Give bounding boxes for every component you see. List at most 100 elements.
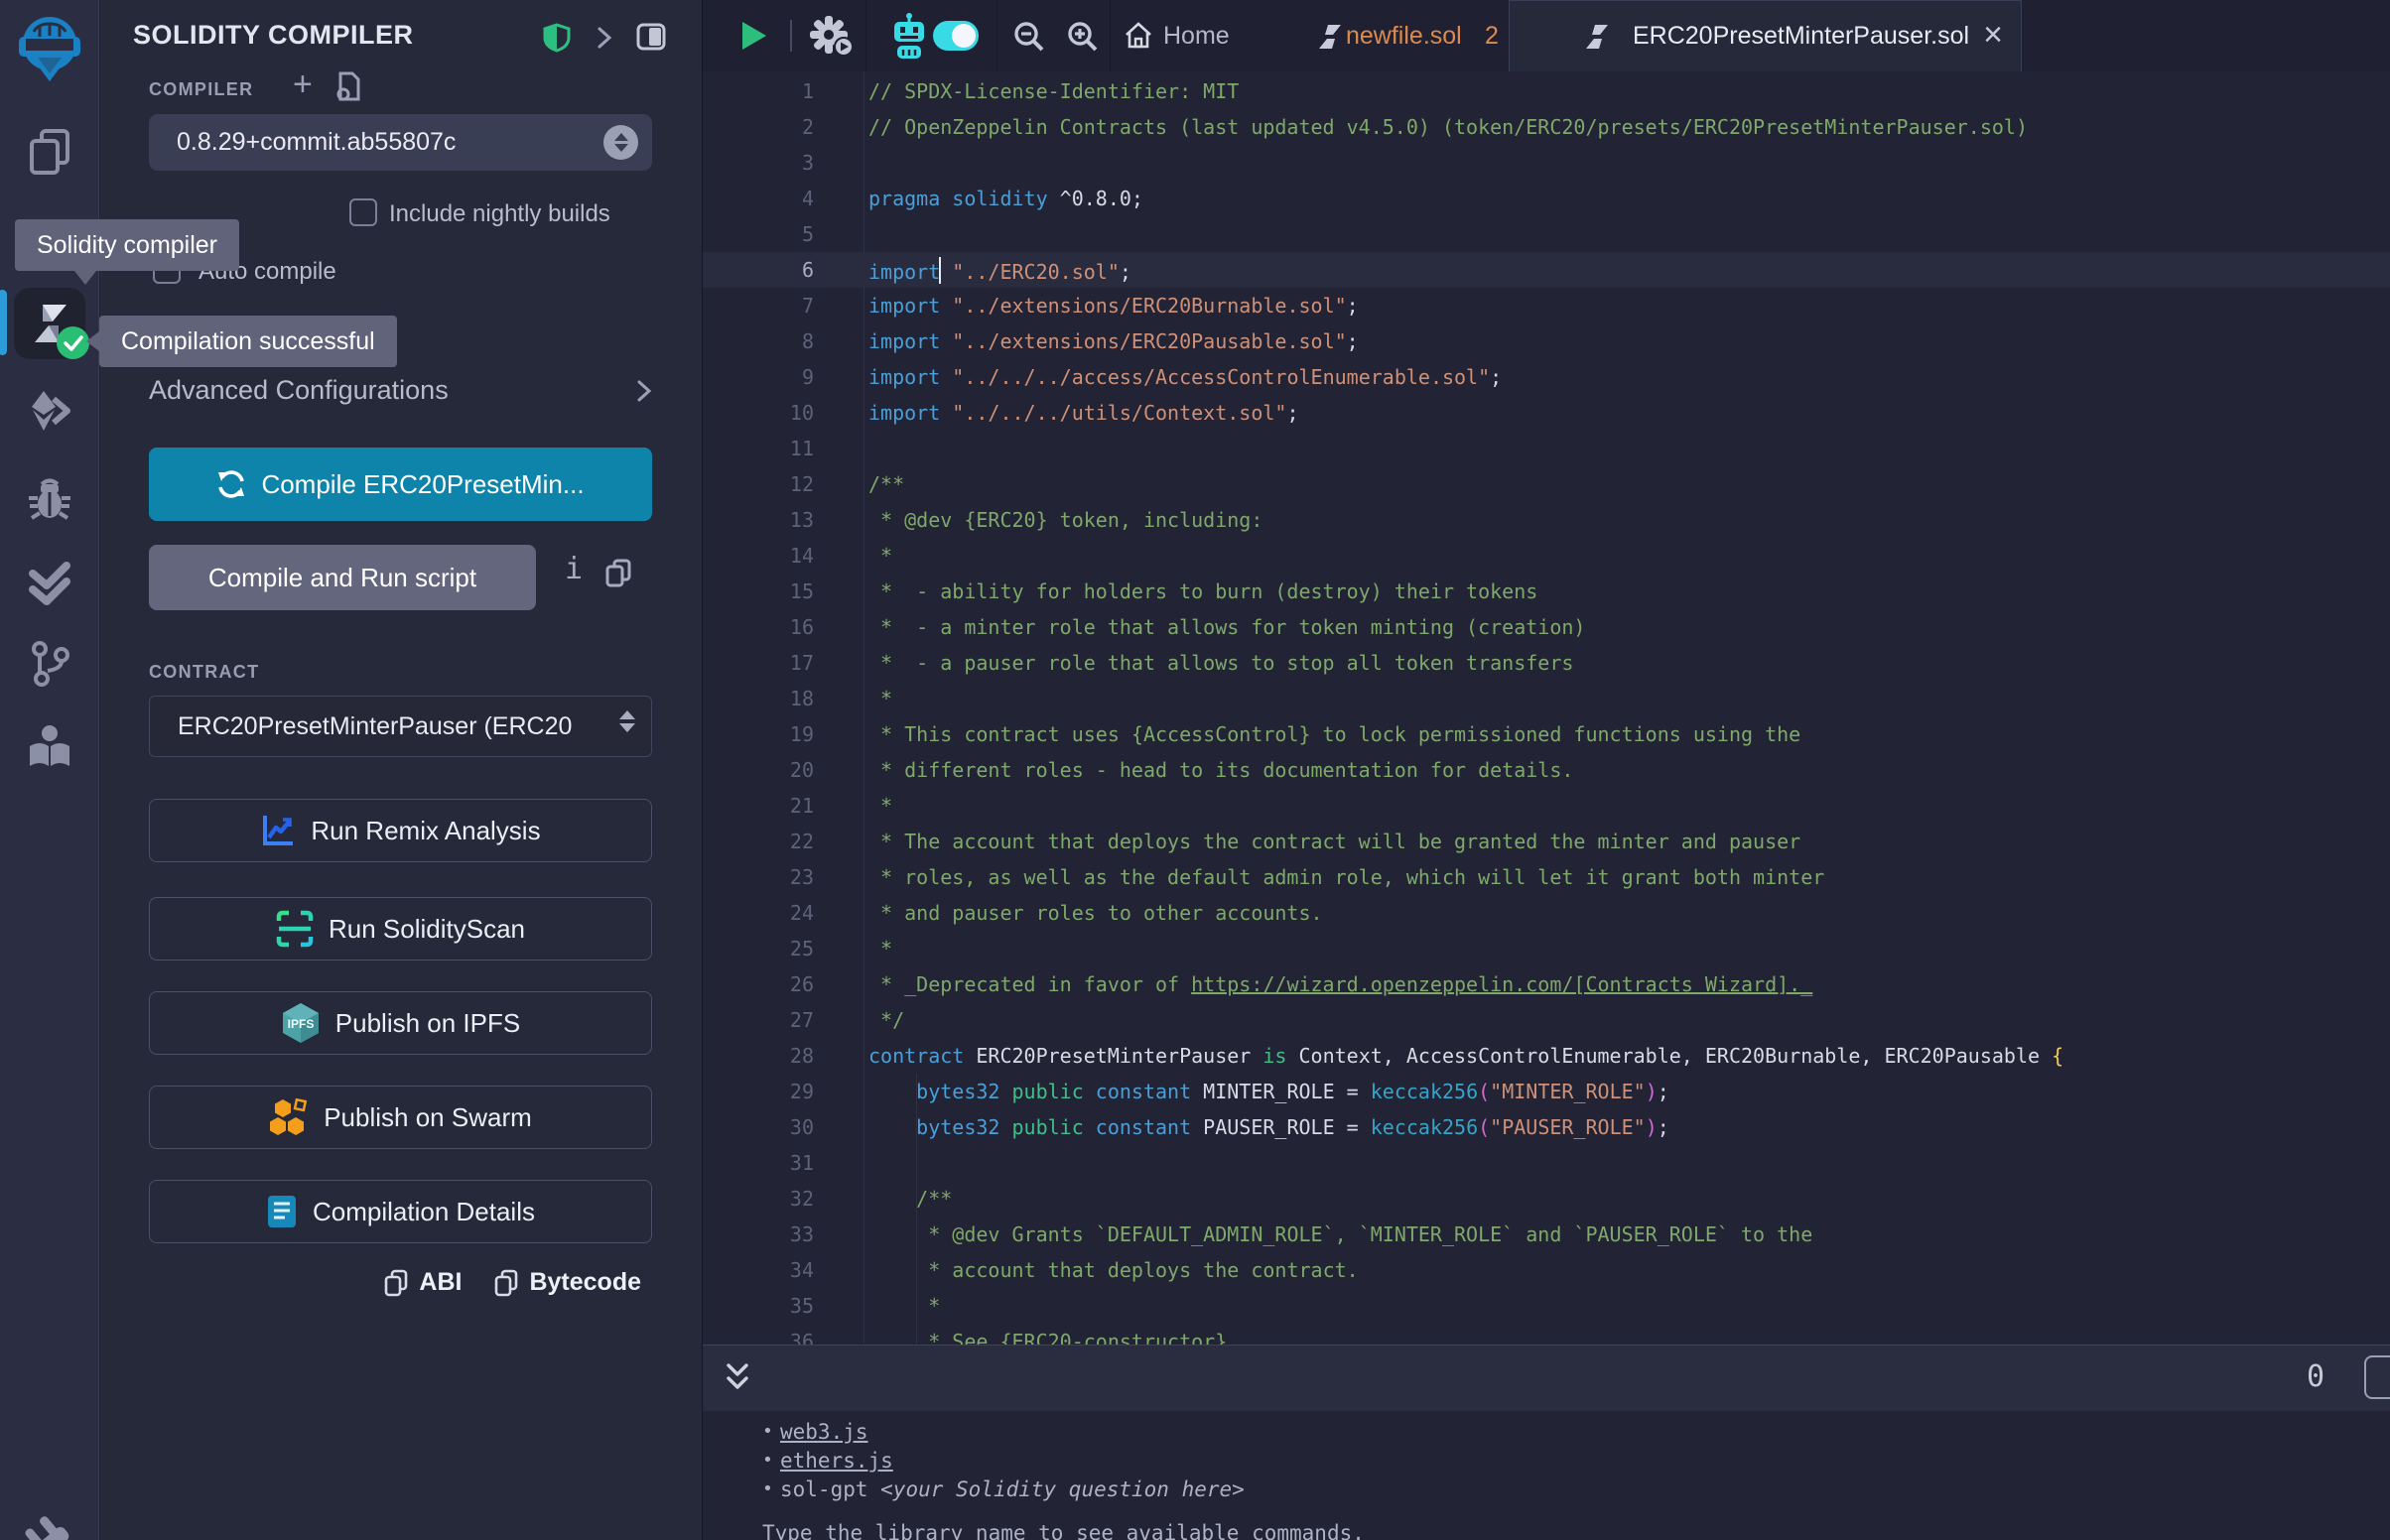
tab-erc20presetminterpauser[interactable]: ERC20PresetMinterPauser.sol × [1509,0,2022,71]
copy-icon [493,1269,519,1297]
file-explorer-icon[interactable] [0,127,99,179]
contract-select[interactable]: ERC20PresetMinterPauser (ERC20 [149,696,652,757]
nightly-builds-label: Include nightly builds [389,200,610,228]
line-number: 30 [703,1115,814,1139]
compilation-details-label: Compilation Details [313,1197,535,1227]
line-number: 18 [703,687,814,710]
add-compiler-icon[interactable]: + [293,65,313,104]
code-line: 21 * [703,788,2390,824]
line-number: 33 [703,1222,814,1246]
unit-testing-icon[interactable] [0,562,99,607]
code-line: 24 * and pauser roles to other accounts. [703,895,2390,931]
bullet: • [762,1421,780,1442]
terminal-scroll-button[interactable] [2364,1355,2390,1399]
run-script-play-button[interactable] [742,22,766,50]
terminal-link-web3.js[interactable]: web3.js [780,1420,868,1444]
zoom-out-icon[interactable] [1012,20,1046,59]
line-number: 20 [703,758,814,782]
terminal-link-ethers.js[interactable]: ethers.js [780,1449,893,1473]
home-icon[interactable] [1124,21,1153,56]
terminal-content[interactable]: •web3.js•ethers.js•sol-gpt <your Solidit… [703,1411,2390,1540]
chevron-right-icon [637,379,652,403]
line-number: 22 [703,830,814,853]
line-number: 16 [703,615,814,639]
script-config-gear-icon[interactable] [808,15,854,64]
compilation-details-button[interactable]: Compilation Details [149,1180,652,1243]
plugin-manager-icon[interactable] [0,1512,99,1540]
publish-on-ipfs-label: Publish on IPFS [335,1008,520,1039]
publish-on-ipfs-button[interactable]: IPFS Publish on IPFS [149,991,652,1055]
close-tab-icon[interactable]: × [1983,15,2003,55]
code-line: 29 bytes32 public constant MINTER_ROLE =… [703,1074,2390,1109]
code-line: 15 * - ability for holders to burn (dest… [703,574,2390,609]
compile-and-run-button[interactable]: Compile and Run script [149,545,536,610]
line-number: 25 [703,937,814,961]
line-number: 17 [703,651,814,675]
publish-on-swarm-button[interactable]: Publish on Swarm [149,1086,652,1149]
pin-panel-icon[interactable] [636,23,666,56]
compile-button[interactable]: Compile ERC20PresetMin... [149,448,652,521]
line-number: 23 [703,865,814,889]
tooltip-compilation-successful: Compilation successful [99,316,397,367]
code-editor[interactable]: 1// SPDX-License-Identifier: MIT2// Open… [703,71,2390,1345]
swarm-icon [269,1097,309,1137]
git-icon[interactable] [0,641,99,687]
tab-newfile[interactable]: newfile.sol [1346,0,1462,71]
terminal-entries: •web3.js•ethers.js•sol-gpt <your Solidit… [762,1417,2390,1503]
ai-copilot-toggle[interactable] [933,21,979,51]
copy-bytecode-button[interactable]: Bytecode [493,1268,641,1297]
ai-robot-icon[interactable] [889,13,929,65]
nightly-builds-checkbox[interactable] [349,198,377,226]
line-number: 35 [703,1294,814,1318]
debugger-icon[interactable] [0,476,99,520]
select-spinner-icon [619,710,635,732]
separator [790,20,792,52]
terminal-hint: Type the library name to see available c… [762,1521,2390,1540]
code-line: 28contract ERC20PresetMinterPauser is Co… [703,1038,2390,1074]
advanced-configurations-toggle[interactable]: Advanced Configurations [149,375,652,406]
solidity-file-icon [1318,24,1342,55]
line-number: 28 [703,1044,814,1068]
separator [996,0,997,71]
tooltip-solidity-compiler: Solidity compiler [15,219,239,271]
tab-home[interactable]: Home [1163,0,1230,71]
separator [1110,0,1111,71]
line-number: 19 [703,722,814,746]
run-solidityscan-button[interactable]: Run SolidityScan [149,897,652,961]
zoom-in-icon[interactable] [1066,20,1100,59]
line-number: 36 [703,1330,814,1345]
compiler-version-select[interactable]: 0.8.29+commit.ab55807c [149,114,652,171]
copy-script-icon[interactable] [604,558,632,592]
deploy-run-icon[interactable] [0,389,99,433]
code-line: 23 * roles, as well as the default admin… [703,859,2390,895]
line-number: 27 [703,1008,814,1032]
code-line: 6import "../ERC20.sol"; [703,252,2390,288]
code-line: 31 [703,1145,2390,1181]
code-line: 35 * [703,1288,2390,1324]
chevron-right-icon[interactable] [597,26,612,55]
ipfs-icon: IPFS [281,1002,321,1044]
code-lines: 1// SPDX-License-Identifier: MIT2// Open… [703,71,2390,1345]
expand-terminal-icon[interactable] [725,1361,750,1400]
line-number: 8 [703,329,814,353]
code-line: 3 [703,145,2390,181]
compiler-config-file-icon[interactable] [334,71,362,108]
remix-logo[interactable] [0,12,99,85]
run-remix-analysis-button[interactable]: Run Remix Analysis [149,799,652,862]
line-number: 32 [703,1187,814,1211]
line-number: 26 [703,972,814,996]
copy-abi-button[interactable]: ABI [383,1268,462,1297]
code-line: 2// OpenZeppelin Contracts (last updated… [703,109,2390,145]
line-number: 31 [703,1151,814,1175]
code-line: 30 bytes32 public constant PAUSER_ROLE =… [703,1109,2390,1145]
line-number: 15 [703,579,814,603]
code-line: 4pragma solidity ^0.8.0; [703,181,2390,216]
shield-icon[interactable] [543,23,571,58]
code-line: 26 * _Deprecated in favor of https://wiz… [703,966,2390,1002]
compiler-version-value: 0.8.29+commit.ab55807c [177,128,456,157]
learneth-icon[interactable] [0,724,99,772]
terminal: 0 •web3.js•ethers.js•sol-gpt <your Solid… [703,1345,2390,1540]
line-number: 34 [703,1258,814,1282]
active-tab-label: ERC20PresetMinterPauser.sol [1633,22,1969,51]
info-icon[interactable]: i [565,552,583,586]
